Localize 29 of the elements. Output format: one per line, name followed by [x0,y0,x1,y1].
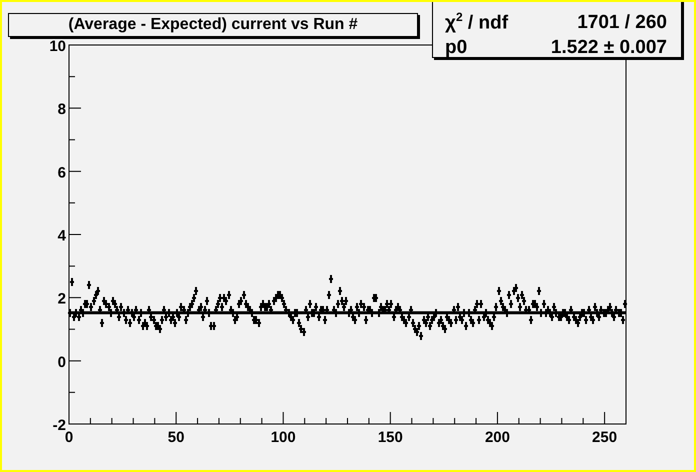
x-tick-label: 250 [592,429,618,446]
plot-title: (Average - Expected) current vs Run # [8,13,418,37]
y-tick-label: 8 [58,101,66,118]
data-point [338,287,342,295]
data-point [100,319,104,327]
x-tick-label: 150 [378,429,403,446]
stat-value: 1701 / 260 [577,11,667,36]
data-point [327,291,331,299]
x-tick-label: 200 [484,429,510,446]
stat-value: 1.522 ± 0.007 [550,36,667,60]
x-tick-label: 100 [270,429,296,446]
data-point [529,316,533,324]
data-point [70,278,74,286]
y-tick-label: 6 [58,164,66,182]
y-tick-label: 10 [49,38,66,55]
x-tick-label: 50 [168,429,184,446]
stat-label: χ$^{2}$ / ndf [445,9,508,36]
y-tick-label: 0 [58,354,66,371]
data-point [329,275,333,283]
y-tick-label: -2 [52,417,66,434]
data-point [364,316,368,324]
y-tick-label: 4 [58,228,66,244]
data-point [87,281,91,289]
data-point [497,287,501,295]
stat-label: p0 [445,36,468,60]
data-point [537,287,541,295]
data-point [323,316,327,324]
y-tick-label: 2 [58,290,66,308]
x-tick-label: 0 [64,429,74,446]
